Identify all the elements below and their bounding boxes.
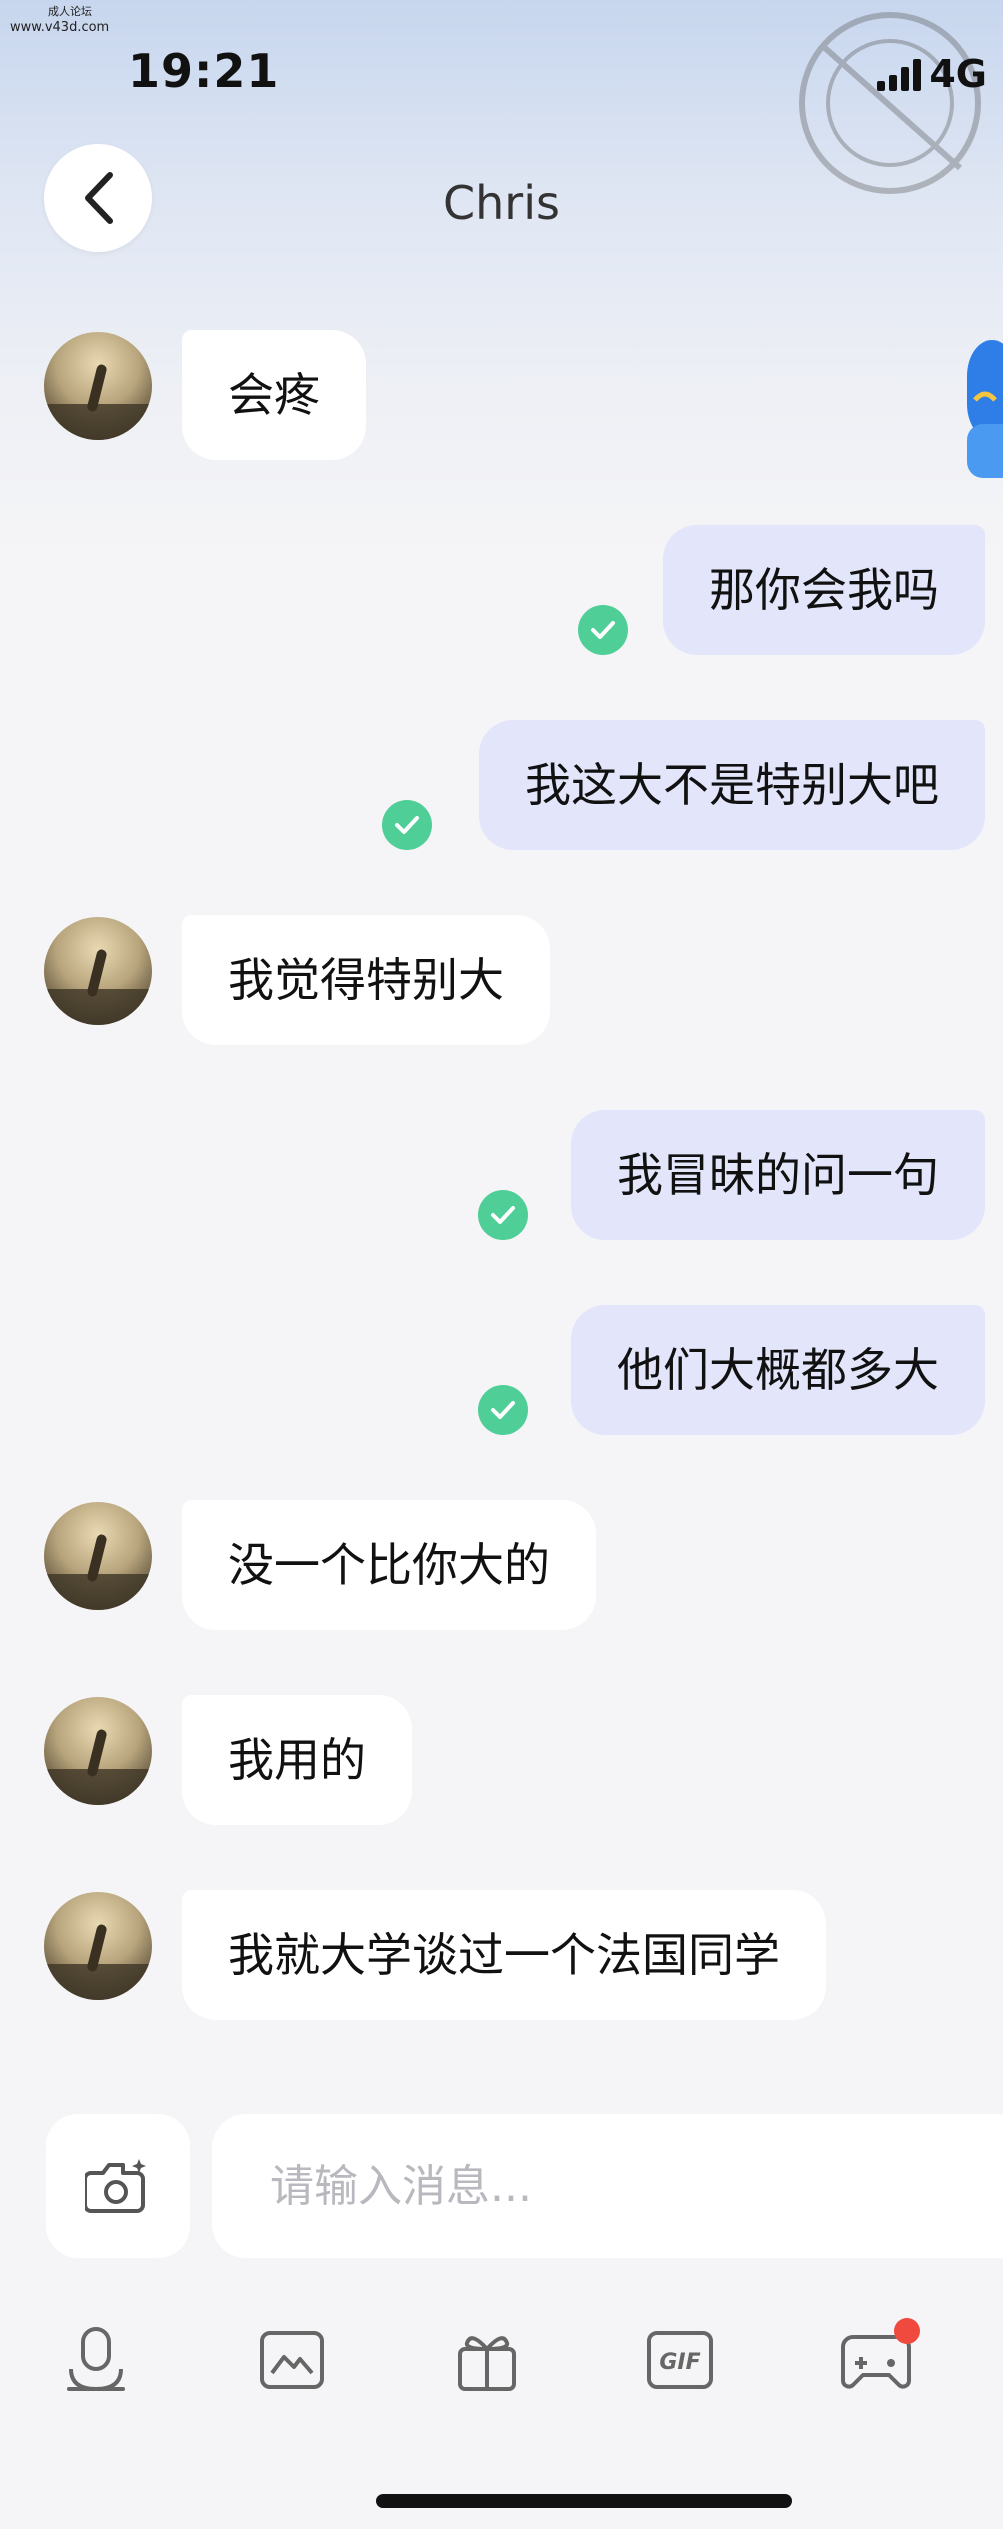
voice-button[interactable] <box>56 2320 136 2400</box>
gift-button[interactable] <box>447 2320 527 2400</box>
watermark-line1: 成人论坛 <box>48 5 92 18</box>
message-bubble-outgoing[interactable]: 他们大概都多大 <box>571 1305 985 1435</box>
gif-label: GIF <box>659 2350 700 2375</box>
camera-button[interactable] <box>46 2114 190 2258</box>
message-bubble-incoming[interactable]: 会疼 <box>182 330 366 460</box>
avatar[interactable] <box>44 1892 152 2000</box>
home-indicator <box>376 2494 792 2508</box>
page-title: Chris <box>443 176 560 230</box>
message-bubble-outgoing[interactable]: 我冒昧的问一句 <box>571 1110 985 1240</box>
message-composer <box>0 2114 1003 2264</box>
message-bubble-incoming[interactable]: 我用的 <box>182 1695 412 1825</box>
watermark: 成人论坛 www.v43d.com <box>10 4 109 36</box>
read-check-icon <box>478 1190 528 1240</box>
message-bubble-outgoing[interactable]: 我这大不是特别大吧 <box>479 720 985 850</box>
image-icon <box>260 2331 324 2389</box>
read-check-icon <box>478 1385 528 1435</box>
avatar[interactable] <box>44 1697 152 1805</box>
signal-icon <box>877 57 922 91</box>
message-bubble-incoming[interactable]: 我就大学谈过一个法国同学 <box>182 1890 826 2020</box>
bottom-toolbar: GIF <box>0 2318 1003 2420</box>
floating-badge-icon[interactable] <box>967 340 1003 480</box>
avatar[interactable] <box>44 917 152 1025</box>
message-bubble-incoming[interactable]: 没一个比你大的 <box>182 1500 596 1630</box>
watermark-line2: www.v43d.com <box>10 20 110 35</box>
status-time: 19:21 <box>128 44 280 98</box>
gif-button[interactable]: GIF <box>640 2320 720 2400</box>
image-button[interactable] <box>252 2320 332 2400</box>
avatar[interactable] <box>44 332 152 440</box>
read-check-icon <box>382 800 432 850</box>
network-type: 4G <box>929 52 987 96</box>
read-check-icon <box>578 605 628 655</box>
game-button[interactable] <box>836 2318 920 2400</box>
avatar[interactable] <box>44 1502 152 1610</box>
gif-icon: GIF <box>647 2331 713 2389</box>
status-indicators: 4G <box>877 52 987 96</box>
watermark-stamp <box>799 12 981 194</box>
message-input[interactable] <box>212 2114 1003 2258</box>
message-bubble-incoming[interactable]: 我觉得特别大 <box>182 915 550 1045</box>
message-bubble-outgoing[interactable]: 那你会我吗 <box>663 525 985 655</box>
camera-icon <box>85 2159 146 2213</box>
mic-icon <box>67 2327 125 2392</box>
gift-icon <box>458 2336 516 2391</box>
notification-dot <box>894 2318 920 2344</box>
